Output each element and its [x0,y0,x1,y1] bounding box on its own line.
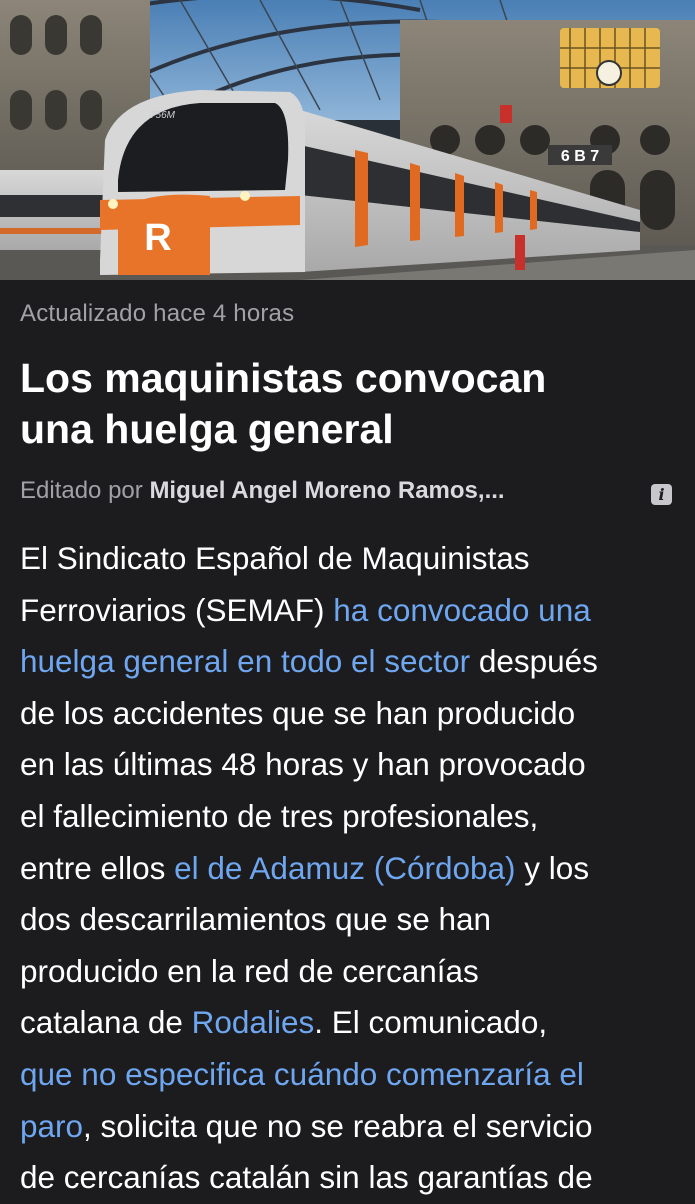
info-icon[interactable]: i [651,484,672,505]
article-title-line: Los maquinistas convocan [20,355,547,401]
link-paro[interactable]: que no especifica cuándo comenzaría el [20,1056,584,1092]
body-line: de cercanías catalán sin las garantías d… [20,1152,685,1204]
body-text: de cercanías catalán sin las garantías d… [20,1159,593,1196]
train-number: 756M [150,110,176,121]
body-text: de los accidentes que se han producido [20,694,576,731]
body-text: , solicita que no se reabra el servicio [83,1107,593,1144]
train-logo: R [144,217,171,259]
hero-image: 6 B 7 R 756M [0,0,695,280]
body-line: Ferroviarios (SEMAF) ha convocado una [20,585,685,637]
byline-prefix: Editado por [20,477,143,504]
body-text: Ferroviarios (SEMAF) [20,591,334,628]
body-line: entre ellos el de Adamuz (Córdoba) y los [20,843,685,895]
body-text: producido en la red de cercanías [20,952,479,989]
body-line: huelga general en todo el sector después [20,636,685,688]
body-line: paro, solicita que no se reabra el servi… [20,1101,685,1153]
body-text: y los [515,849,590,886]
body-line: en las últimas 48 horas y han provocado [20,739,685,791]
article-body: El Sindicato Español de Maquinistas Ferr… [20,533,685,1204]
link-paro[interactable]: paro [20,1108,83,1144]
body-text: . El comunicado, [314,1004,548,1041]
body-text: dos descarrilamientos que se han [20,901,492,938]
train-station-photo: 6 B 7 R 756M [0,0,695,280]
article-title: Los maquinistas convocan una huelga gene… [20,353,670,455]
body-line: de los accidentes que se han producido [20,688,685,740]
byline[interactable]: Editado por Miguel Angel Moreno Ramos,..… [20,477,660,505]
body-line: producido en la red de cercanías [20,946,685,998]
body-line: El Sindicato Español de Maquinistas [20,533,685,585]
updated-timestamp: Actualizado hace 4 horas [20,300,295,327]
link-huelga-general[interactable]: ha convocado una [333,592,590,628]
article-title-line: una huelga general [20,406,394,452]
body-text: El Sindicato Español de Maquinistas [20,540,530,576]
body-text: después [470,643,598,680]
link-huelga-general[interactable]: huelga general en todo el sector [20,643,470,679]
byline-author[interactable]: Miguel Angel Moreno Ramos,... [149,477,504,504]
body-text: el fallecimiento de tres profesionales, [20,797,539,834]
body-line: el fallecimiento de tres profesionales, [20,791,685,843]
body-line: catalana de Rodalies. El comunicado, [20,997,685,1049]
body-text: entre ellos [20,849,175,886]
body-text: en las últimas 48 horas y han provocado [20,746,586,783]
link-rodalies[interactable]: Rodalies [192,1004,315,1040]
body-line: dos descarrilamientos que se han [20,894,685,946]
body-text: catalana de [20,1004,192,1041]
body-line: que no especifica cuándo comenzaría el [20,1049,685,1101]
platform-sign: 6 B 7 [561,148,599,165]
link-adamuz[interactable]: el de Adamuz (Córdoba) [174,850,515,886]
